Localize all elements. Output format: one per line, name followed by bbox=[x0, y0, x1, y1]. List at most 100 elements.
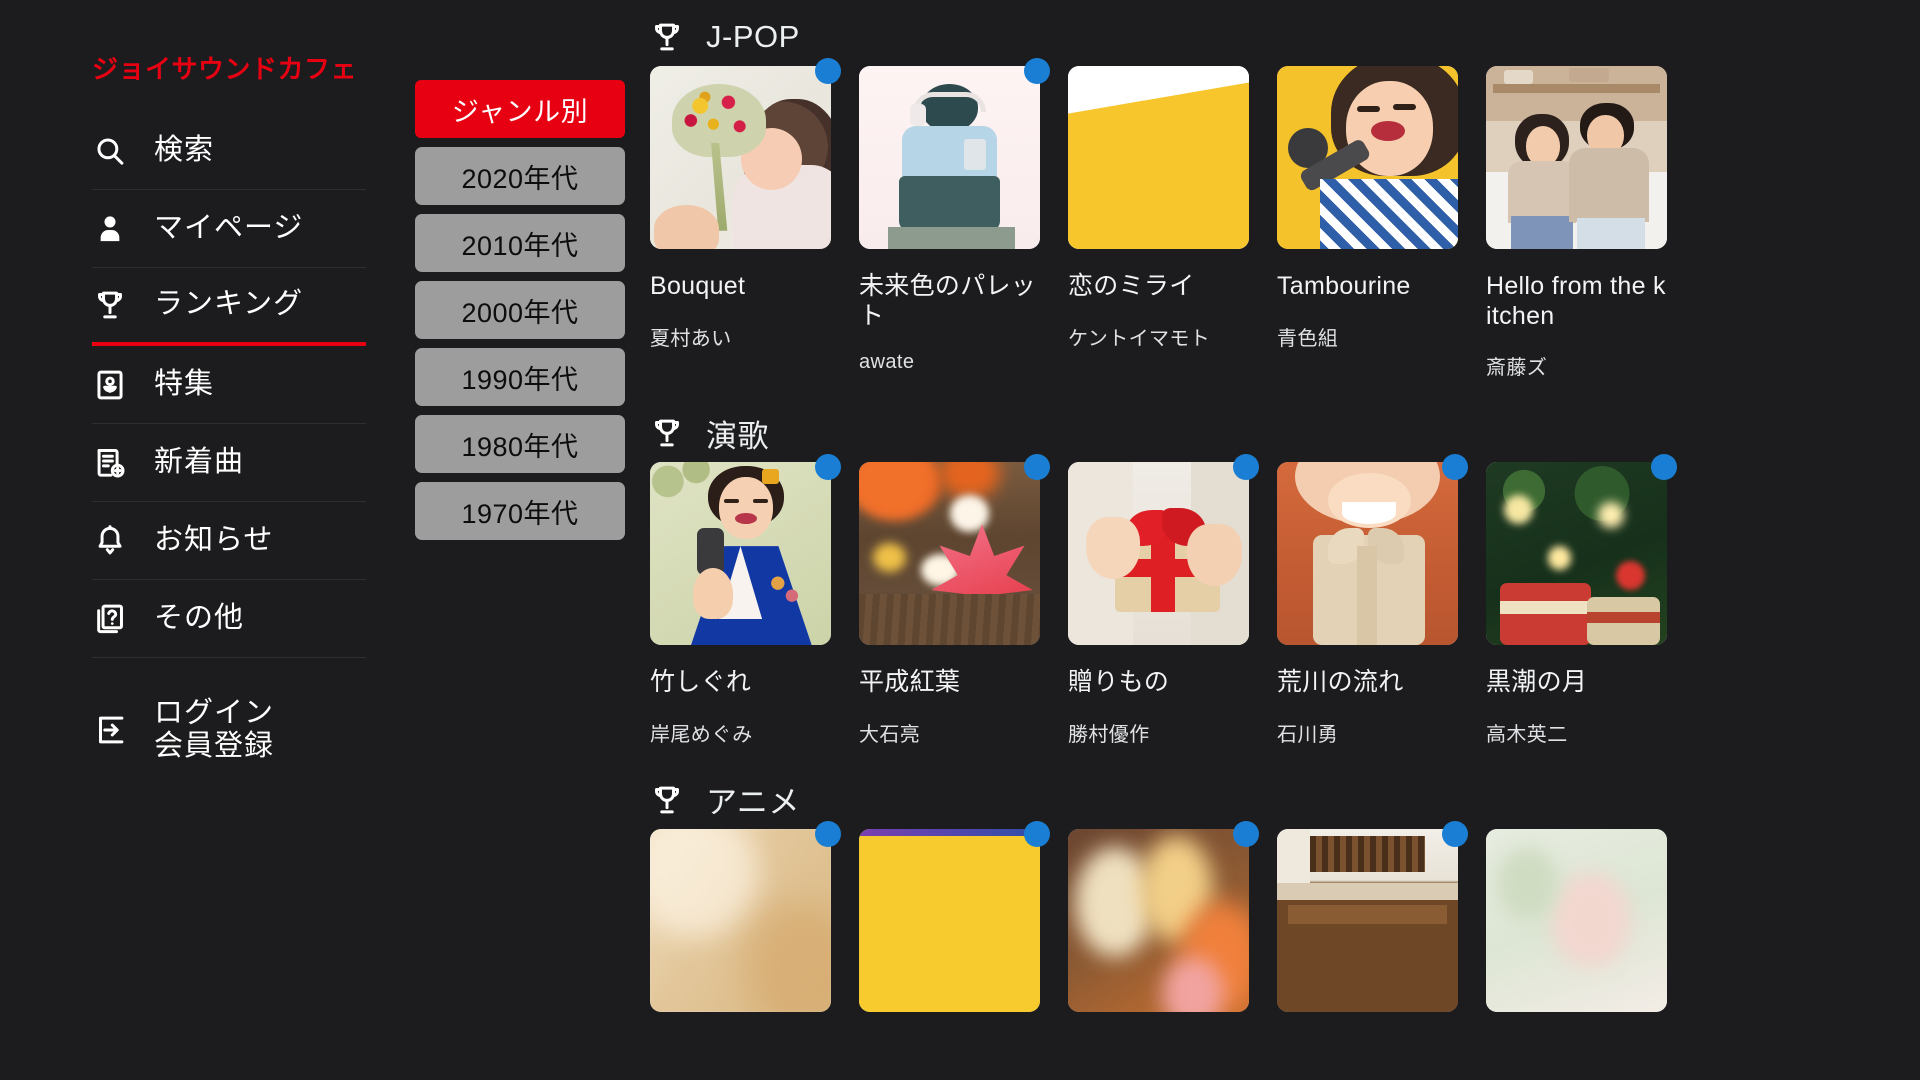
song-card[interactable] bbox=[1068, 829, 1277, 1035]
song-card[interactable]: 黒潮の月高木英二 bbox=[1486, 462, 1695, 747]
card-row: Bouquet夏村あい 未来色のパレットawate 恋のミライケントイマモト T… bbox=[650, 66, 1920, 380]
song-artist: 岸尾めぐみ bbox=[650, 718, 835, 747]
thumbnail-wrap bbox=[1068, 66, 1249, 249]
song-card[interactable]: 平成紅葉大石亮 bbox=[859, 462, 1068, 747]
song-title: Bouquet bbox=[650, 272, 835, 302]
filter-button-5[interactable]: 1980年代 bbox=[415, 415, 625, 473]
song-card[interactable] bbox=[1277, 829, 1486, 1035]
thumbnail-wrap bbox=[1277, 462, 1458, 645]
song-title: 未来色のパレット bbox=[859, 272, 1044, 331]
filter-button-6[interactable]: 1970年代 bbox=[415, 482, 625, 540]
bell-icon bbox=[92, 523, 128, 559]
new-badge-dot bbox=[1651, 454, 1677, 480]
section-header: 演歌 bbox=[650, 396, 1920, 462]
new-badge-dot bbox=[1024, 454, 1050, 480]
song-artist: 高木英二 bbox=[1486, 718, 1671, 747]
song-artist: 青色組 bbox=[1277, 322, 1462, 351]
thumbnail-wrap bbox=[1068, 829, 1249, 1012]
song-thumbnail bbox=[1277, 829, 1458, 1012]
song-artist: 勝村優作 bbox=[1068, 718, 1253, 747]
song-card[interactable]: 恋のミライケントイマモト bbox=[1068, 66, 1277, 380]
thumbnail-wrap bbox=[1486, 462, 1667, 645]
sidebar-item-label: ランキング bbox=[154, 288, 303, 321]
thumbnail-wrap bbox=[1068, 462, 1249, 645]
sidebar-item-notices[interactable]: お知らせ bbox=[92, 502, 366, 580]
filter-button-1[interactable]: 2020年代 bbox=[415, 147, 625, 205]
sidebar-spacer bbox=[92, 658, 366, 680]
sidebar-item-mypage[interactable]: マイページ bbox=[92, 190, 366, 268]
thumbnail-wrap bbox=[859, 462, 1040, 645]
song-artist: 大石亮 bbox=[859, 718, 1044, 747]
thumbnail-wrap bbox=[859, 829, 1040, 1012]
song-card[interactable]: 未来色のパレットawate bbox=[859, 66, 1068, 380]
song-card[interactable] bbox=[1486, 829, 1695, 1035]
song-thumbnail bbox=[859, 462, 1040, 645]
song-title: Hello from the kitchen bbox=[1486, 272, 1671, 331]
song-title: 荒川の流れ bbox=[1277, 668, 1462, 698]
feature-flower-icon bbox=[92, 367, 128, 403]
ranking-content: J-POP Bouquet夏村あい 未来色のパレットawate 恋のミライケント… bbox=[650, 0, 1920, 1080]
song-card[interactable]: Hello from the kitchen 斎藤ズ bbox=[1486, 66, 1695, 380]
sidebar-item-label: 検索 bbox=[154, 134, 214, 167]
section-title: 演歌 bbox=[706, 411, 769, 456]
song-thumbnail bbox=[1068, 829, 1249, 1012]
new-badge-dot bbox=[1442, 821, 1468, 847]
filter-button-3[interactable]: 2000年代 bbox=[415, 281, 625, 339]
card-row: 竹しぐれ岸尾めぐみ 平成紅葉大石亮 贈りもの勝村優作 bbox=[650, 462, 1920, 747]
person-icon bbox=[92, 211, 128, 247]
sidebar-item-search[interactable]: 検索 bbox=[92, 112, 366, 190]
thumbnail-wrap bbox=[1277, 66, 1458, 249]
thumbnail-wrap bbox=[1277, 829, 1458, 1012]
sidebar-item-new-songs[interactable]: 新着曲 bbox=[92, 424, 366, 502]
trophy-icon bbox=[650, 783, 684, 817]
thumbnail-wrap bbox=[650, 66, 831, 249]
song-thumbnail bbox=[650, 66, 831, 249]
song-card[interactable] bbox=[859, 829, 1068, 1035]
sidebar-item-ranking[interactable]: ランキング bbox=[92, 268, 366, 346]
ranking-section-1: 演歌 竹しぐれ岸尾めぐみ 平成紅葉大石亮 bbox=[650, 396, 1920, 763]
new-badge-dot bbox=[1024, 821, 1050, 847]
trophy-icon bbox=[92, 287, 128, 323]
sidebar-item-feature[interactable]: 特集 bbox=[92, 346, 366, 424]
sidebar: ジョイサウンドカフェ 検索マイページランキング特集新着曲お知らせその他ログイン … bbox=[0, 0, 400, 1080]
sidebar-nav: 検索マイページランキング特集新着曲お知らせその他ログイン 会員登録 bbox=[0, 112, 400, 780]
song-thumbnail bbox=[1486, 66, 1667, 249]
song-card[interactable]: 贈りもの勝村優作 bbox=[1068, 462, 1277, 747]
song-thumbnail bbox=[1068, 66, 1249, 249]
song-thumbnail bbox=[650, 462, 831, 645]
new-badge-dot bbox=[1024, 58, 1050, 84]
song-artist: 斎藤ズ bbox=[1486, 351, 1671, 380]
thumbnail-wrap bbox=[1486, 66, 1667, 249]
sidebar-item-login[interactable]: ログイン 会員登録 bbox=[92, 680, 366, 780]
song-thumbnail bbox=[1486, 829, 1667, 1012]
filter-button-0[interactable]: ジャンル別 bbox=[415, 80, 625, 138]
song-card[interactable] bbox=[650, 829, 859, 1035]
song-card[interactable]: Tambourine青色組 bbox=[1277, 66, 1486, 380]
song-artist: ケントイマモト bbox=[1068, 322, 1253, 351]
song-title: 黒潮の月 bbox=[1486, 668, 1671, 698]
login-icon bbox=[92, 712, 128, 748]
song-thumbnail bbox=[650, 829, 831, 1012]
song-card[interactable]: 荒川の流れ石川勇 bbox=[1277, 462, 1486, 747]
song-card[interactable]: Bouquet夏村あい bbox=[650, 66, 859, 380]
trophy-icon bbox=[650, 20, 684, 54]
filter-button-4[interactable]: 1990年代 bbox=[415, 348, 625, 406]
filter-button-2[interactable]: 2010年代 bbox=[415, 214, 625, 272]
trophy-icon bbox=[650, 416, 684, 450]
new-badge-dot bbox=[1442, 454, 1468, 480]
sidebar-item-label: 特集 bbox=[154, 368, 214, 401]
song-thumbnail bbox=[859, 66, 1040, 249]
song-title: 贈りもの bbox=[1068, 668, 1253, 698]
new-badge-dot bbox=[1233, 821, 1259, 847]
song-title: 竹しぐれ bbox=[650, 668, 835, 698]
sidebar-item-label: その他 bbox=[154, 602, 244, 635]
sidebar-item-other[interactable]: その他 bbox=[92, 580, 366, 658]
new-badge-dot bbox=[815, 58, 841, 84]
song-thumbnail bbox=[859, 829, 1040, 1012]
search-icon bbox=[92, 133, 128, 169]
help-card-icon bbox=[92, 601, 128, 637]
song-thumbnail bbox=[1277, 66, 1458, 249]
sidebar-item-label: ログイン 会員登録 bbox=[154, 697, 274, 764]
sidebar-item-label: お知らせ bbox=[154, 524, 273, 557]
song-card[interactable]: 竹しぐれ岸尾めぐみ bbox=[650, 462, 859, 747]
